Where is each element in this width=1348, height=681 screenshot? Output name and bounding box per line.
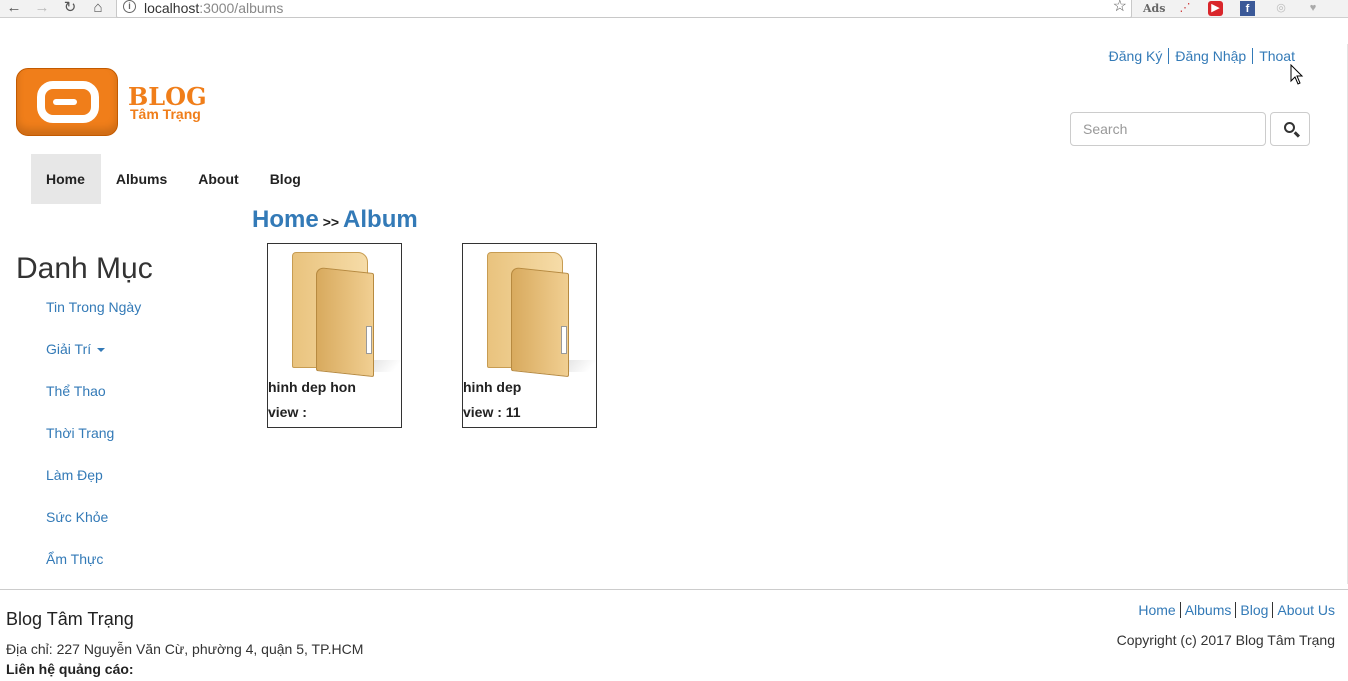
album-views: view : [268,404,307,420]
album-name: hinh dep [463,379,522,395]
login-link[interactable]: Đăng Nhập [1169,48,1254,64]
category-suc-khoe[interactable]: Sức Khỏe [46,506,141,548]
footer-links: Home Albums Blog About Us [1134,602,1335,618]
category-giai-tri[interactable]: Giải Trí [46,338,141,380]
category-the-thao[interactable]: Thể Thao [46,380,141,422]
folder-icon [290,252,404,378]
logo-subtitle: Tâm Trạng [130,106,201,122]
footer-title: Blog Tâm Trạng [6,609,134,629]
album-card[interactable]: hinh dep hon view : [267,243,404,428]
reload-icon[interactable]: ↻ [60,0,80,18]
site-logo[interactable]: BLOG Tâm Trạng [16,68,226,138]
nav-home[interactable]: Home [31,154,101,204]
blogger-logo-icon [16,68,118,136]
url-text: localhost:3000/albums [144,0,284,16]
footer-copyright: Copyright (c) 2017 Blog Tâm Trạng [1116,632,1335,648]
breadcrumb-home[interactable]: Home [252,206,319,233]
account-links: Đăng Ký Đăng Nhập Thoat [1102,48,1295,64]
category-tin-trong-ngay[interactable]: Tin Trong Ngày [46,296,141,338]
breadcrumb-current[interactable]: Album [343,206,418,233]
breadcrumb-separator: >> [322,214,340,230]
nav-blog[interactable]: Blog [255,154,317,204]
mouse-cursor-icon [1290,64,1304,85]
heart-extension-icon[interactable]: ♥ [1304,0,1322,18]
footer-link-blog[interactable]: Blog [1236,602,1274,618]
nav-albums[interactable]: Albums [101,154,183,204]
logo-title: BLOG [128,82,207,111]
browser-toolbar: ← → ↻ ⌂ i localhost:3000/albums ☆ Ads ⋰ … [0,0,1348,18]
logout-link[interactable]: Thoat [1253,48,1295,64]
media-extension-icon[interactable]: ▶ [1208,1,1223,16]
search-icon [1284,122,1295,133]
album-name: hinh dep hon [268,379,356,395]
info-icon[interactable]: i [123,0,136,13]
category-thoi-trang[interactable]: Thời Trang [46,422,141,464]
extension-dots-icon[interactable]: ⋰ [1176,0,1194,18]
ads-extension-icon[interactable]: Ads [1143,0,1165,18]
forward-icon[interactable]: → [32,0,52,18]
search-button[interactable] [1270,112,1310,146]
facebook-icon[interactable]: f [1240,1,1255,16]
grammar-extension-icon[interactable]: ◎ [1272,0,1290,18]
breadcrumb: Home >> Album [252,206,418,234]
nav-about[interactable]: About [183,154,254,204]
footer-address: Địa chỉ: 227 Nguyễn Văn Cừ, phường 4, qu… [6,641,364,657]
caret-down-icon [97,348,106,353]
footer-link-home[interactable]: Home [1134,602,1181,618]
footer-contact: Liên hệ quảng cáo: [6,661,134,677]
back-icon[interactable]: ← [4,0,24,18]
address-bar[interactable]: i localhost:3000/albums ☆ [116,0,1132,18]
home-icon[interactable]: ⌂ [88,0,108,18]
search-input[interactable] [1070,112,1266,146]
folder-icon [485,252,599,378]
footer-link-about-us[interactable]: About Us [1273,602,1335,618]
register-link[interactable]: Đăng Ký [1102,48,1170,64]
site-footer: Blog Tâm Trạng Địa chỉ: 227 Nguyễn Văn C… [0,589,1348,681]
main-navbar: Home Albums About Blog [31,154,317,204]
bookmark-star-icon[interactable]: ☆ [1113,0,1127,16]
footer-link-albums[interactable]: Albums [1180,602,1237,618]
album-views: view : 11 [463,404,521,420]
category-lam-dep[interactable]: Làm Đẹp [46,464,141,506]
category-list: Tin Trong Ngày Giải Trí Thể Thao Thời Tr… [46,296,141,590]
album-card[interactable]: hinh dep view : 11 [462,243,599,428]
sidebar-title: Danh Mục [16,252,153,285]
category-am-thuc[interactable]: Ẩm Thực [46,548,141,590]
